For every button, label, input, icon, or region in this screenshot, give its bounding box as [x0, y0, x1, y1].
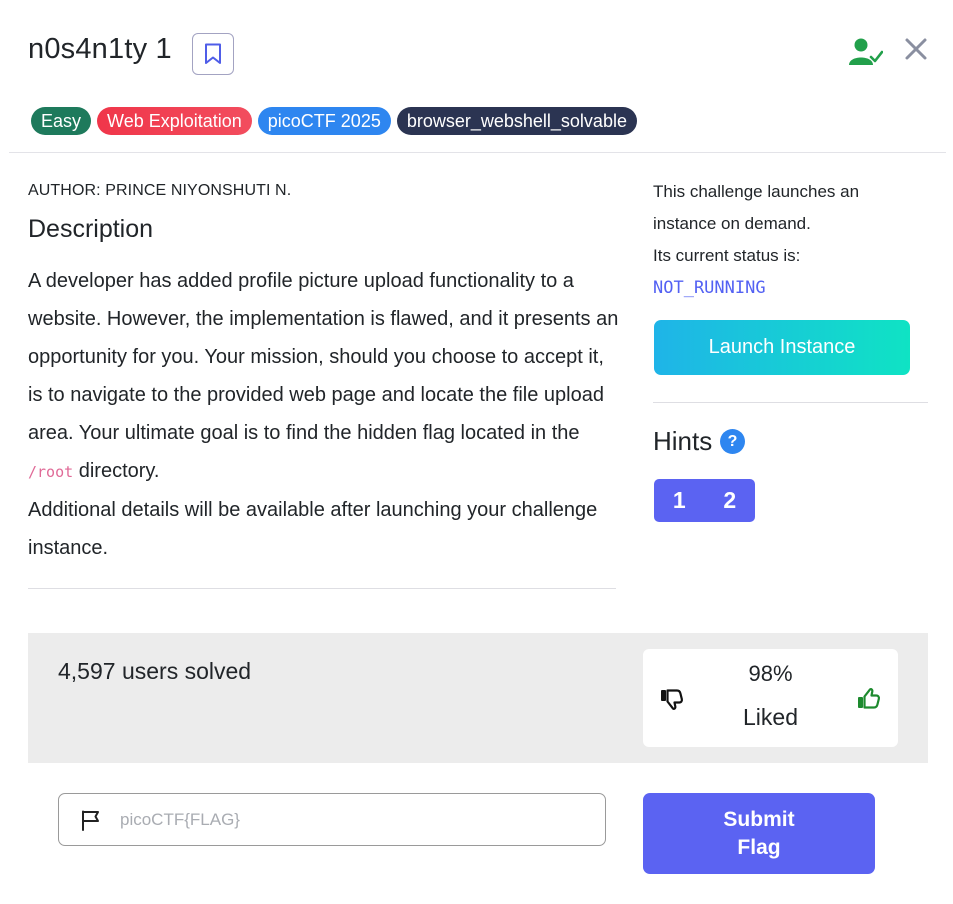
help-icon[interactable]: ?: [720, 429, 745, 454]
instance-info-line-1: This challenge launches an instance on d…: [653, 182, 860, 233]
thumbs-down-icon[interactable]: [659, 686, 685, 712]
like-percentage: 98%: [748, 661, 793, 686]
description-heading: Description: [28, 215, 154, 243]
description-part-1: A developer has added profile picture up…: [28, 270, 619, 444]
launch-instance-button[interactable]: Launch Instance: [654, 320, 910, 375]
instance-status: NOT_RUNNING: [653, 278, 766, 298]
bookmark-icon: [205, 43, 221, 64]
close-icon[interactable]: [903, 36, 929, 62]
instance-info: This challenge launches an instance on d…: [653, 176, 893, 272]
description-divider: [28, 588, 616, 589]
thumbs-up-icon[interactable]: [856, 686, 882, 712]
submit-flag-label-line-1: Submit: [723, 807, 795, 831]
tag-list: Easy Web Exploitation picoCTF 2025 brows…: [31, 107, 637, 135]
challenge-title: n0s4n1ty 1: [28, 33, 172, 65]
flag-input[interactable]: [120, 805, 590, 835]
side-divider: [653, 402, 928, 403]
description-part-2: directory.: [73, 460, 160, 482]
submit-flag-label: Submit Flag: [723, 806, 794, 862]
hint-button-2[interactable]: 2: [705, 479, 756, 522]
bookmark-button[interactable]: [192, 33, 234, 75]
flag-icon: [82, 810, 99, 831]
submit-flag-button[interactable]: Submit Flag: [643, 793, 875, 874]
tag-difficulty: Easy: [31, 107, 92, 135]
tag-category: Web Exploitation: [97, 107, 252, 135]
description-text: A developer has added profile picture up…: [28, 262, 622, 567]
author-label: AUTHOR: PRINCE NIYONSHUTI N.: [28, 182, 292, 199]
user-check-icon: [849, 38, 883, 65]
tag-event: picoCTF 2025: [257, 107, 391, 135]
hint-button-group: 1 2: [654, 479, 755, 522]
root-path-code: /root: [28, 463, 74, 481]
submit-flag-label-line-2: Flag: [737, 835, 781, 859]
instance-info-line-2: Its current status is:: [653, 246, 801, 265]
hints-heading: Hints: [653, 426, 713, 456]
tag-solvable: browser_webshell_solvable: [396, 107, 637, 135]
solved-count: 4,597 users solved: [58, 658, 252, 684]
header-divider: [9, 152, 946, 153]
description-extra: Additional details will be available aft…: [28, 499, 598, 559]
hint-button-1[interactable]: 1: [654, 479, 705, 522]
